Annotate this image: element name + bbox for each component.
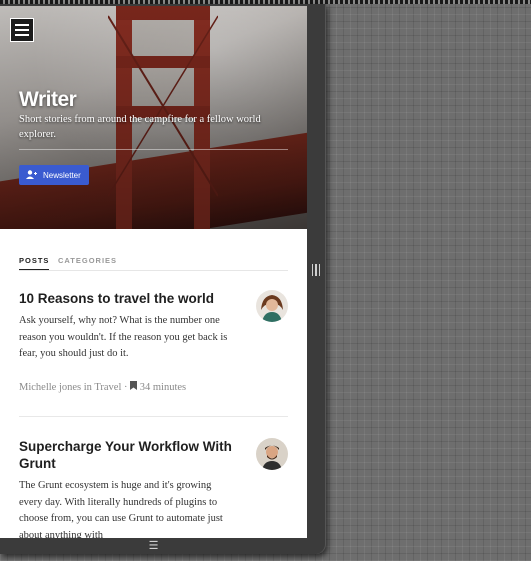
tab-categories[interactable]: CATEGORIES	[58, 256, 117, 269]
newsletter-button[interactable]: Newsletter	[19, 165, 89, 185]
post-category[interactable]: Travel	[94, 382, 121, 393]
post-tabs: POSTS CATEGORIES	[19, 256, 288, 271]
post-divider	[19, 416, 288, 417]
newsletter-label: Newsletter	[43, 170, 81, 180]
bookmark-icon	[130, 380, 140, 393]
post-excerpt: The Grunt ecosystem is huge and it's gro…	[19, 480, 223, 538]
post-read-time: 34 minutes	[139, 381, 187, 393]
vertical-grip-icon[interactable]	[312, 264, 320, 276]
author-avatar[interactable]	[256, 290, 288, 322]
post-title[interactable]: 10 Reasons to travel the world	[19, 290, 244, 307]
post-author[interactable]: Michelle jones	[19, 382, 81, 393]
hero-header: Writer Short stories from around the cam…	[0, 6, 307, 229]
user-plus-icon	[26, 169, 37, 181]
post-item[interactable]: 10 Reasons to travel the world Ask yours…	[19, 290, 288, 393]
author-avatar[interactable]	[256, 438, 288, 470]
site-tagline: Short stories from around the campfire f…	[19, 114, 261, 140]
hero-divider	[19, 149, 288, 150]
site-title[interactable]: Writer	[19, 88, 77, 112]
post-item[interactable]: Supercharge Your Workflow With Grunt The…	[19, 438, 288, 538]
phone-frame: Writer Short stories from around the cam…	[0, 4, 326, 554]
hamburger-icon	[15, 24, 29, 26]
post-title[interactable]: Supercharge Your Workflow With Grunt	[19, 438, 244, 472]
horizontal-grip-icon[interactable]: ☰	[0, 536, 307, 554]
tab-posts[interactable]: POSTS	[19, 256, 50, 270]
post-excerpt: Ask yourself, why not? What is the numbe…	[19, 315, 228, 359]
app-screen: Writer Short stories from around the cam…	[0, 6, 307, 538]
post-meta: Michelle jones in Travel · 34 minutes	[19, 380, 187, 393]
menu-button[interactable]	[10, 18, 34, 42]
